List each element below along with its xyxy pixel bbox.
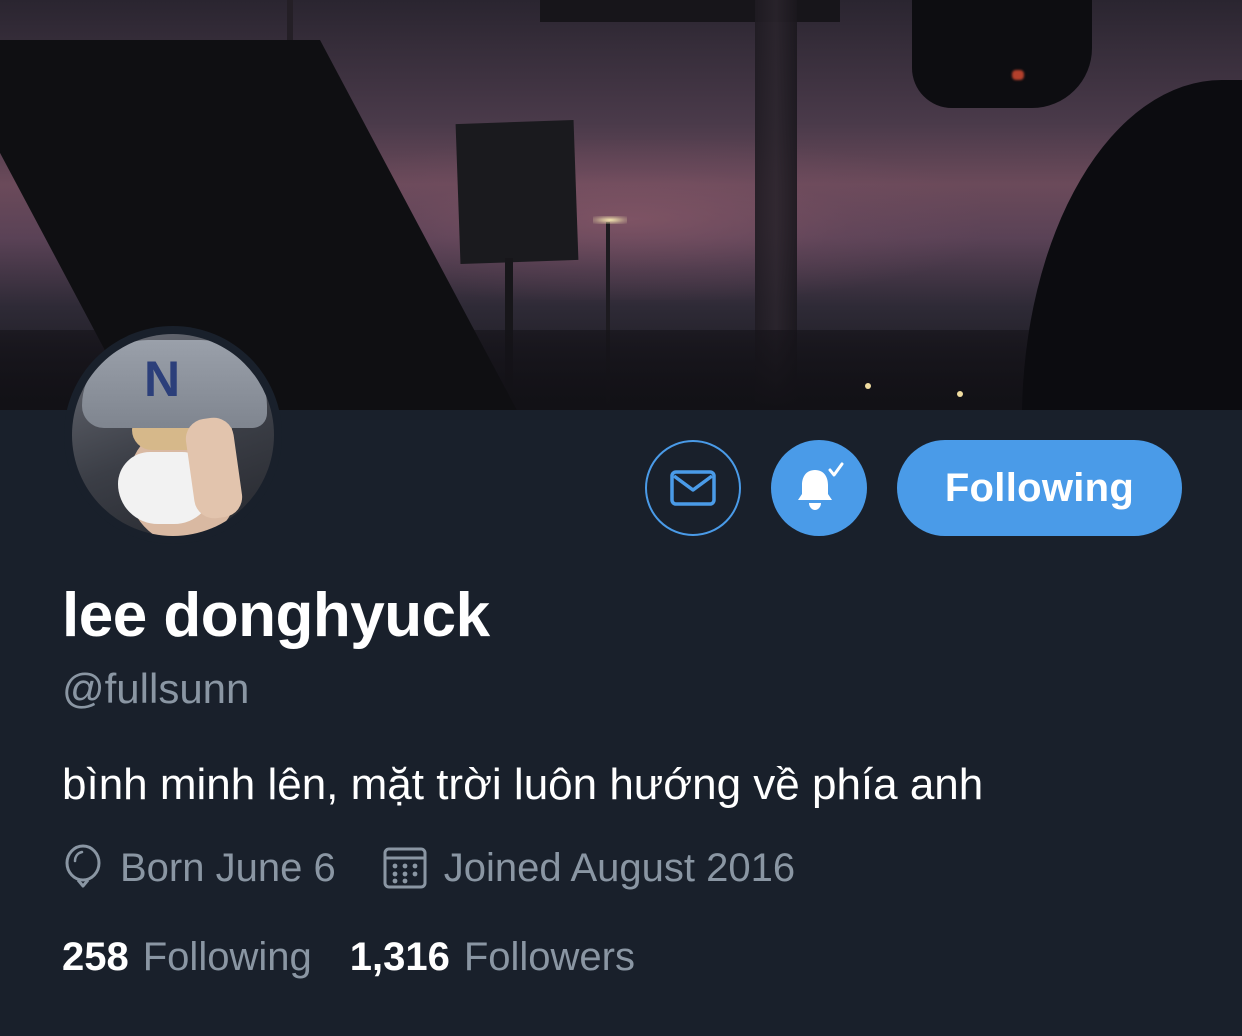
joined-item: Joined August 2016 bbox=[382, 845, 795, 891]
followers-count: 1,316 bbox=[349, 935, 450, 979]
balloon-icon bbox=[65, 844, 101, 888]
envelope-icon bbox=[670, 470, 716, 506]
followers-stat[interactable]: 1,316 Followers bbox=[350, 935, 635, 980]
birthday-text: Born June 6 bbox=[120, 845, 336, 890]
profile-page: N Following lee donghyuck @fullsunn bình… bbox=[0, 0, 1242, 1036]
avatar[interactable]: N bbox=[64, 326, 282, 544]
avatar-image: N bbox=[72, 334, 274, 536]
following-label: Following bbox=[142, 935, 312, 979]
calendar-icon bbox=[383, 847, 427, 889]
profile-stats: 258 Following 1,316 Followers bbox=[62, 935, 635, 980]
notifications-button[interactable] bbox=[771, 440, 867, 536]
birthday-item: Born June 6 bbox=[62, 844, 336, 892]
message-button[interactable] bbox=[645, 440, 741, 536]
display-name: lee donghyuck bbox=[62, 581, 490, 650]
followers-label: Followers bbox=[463, 935, 635, 979]
following-count: 258 bbox=[62, 935, 129, 979]
profile-bio: bình minh lên, mặt trời luôn hướng về ph… bbox=[62, 760, 984, 809]
bell-check-icon bbox=[798, 462, 844, 510]
profile-meta: Born June 6 Joined August 2016 bbox=[62, 843, 795, 893]
following-stat[interactable]: 258 Following bbox=[62, 935, 312, 980]
following-button[interactable]: Following bbox=[897, 440, 1182, 536]
joined-text: Joined August 2016 bbox=[443, 845, 796, 890]
user-handle: @fullsunn bbox=[62, 665, 250, 712]
